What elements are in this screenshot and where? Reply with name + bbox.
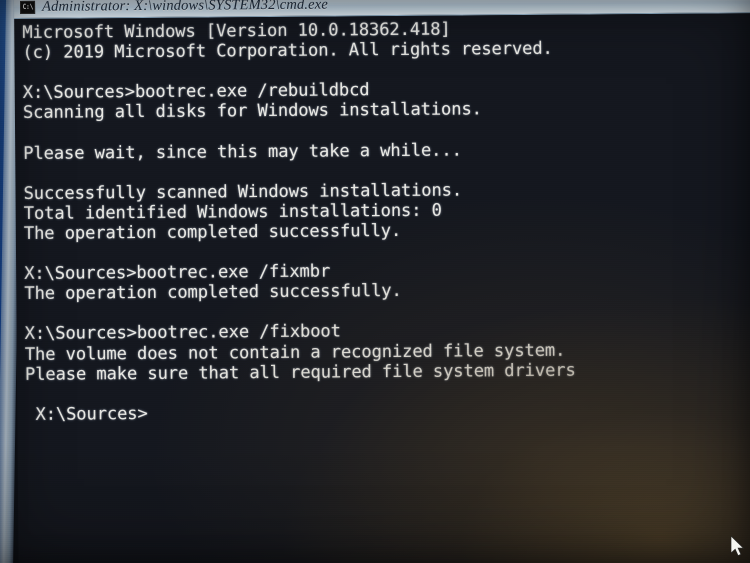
window-title: Administrator: X:\windows\SYSTEM32\cmd.e…: [42, 0, 328, 15]
cmd-window: C:\ Administrator: X:\windows\SYSTEM32\c…: [14, 0, 750, 563]
cmd-icon-glyph: C:\: [22, 2, 33, 11]
screenshot-root: C:\ Administrator: X:\windows\SYSTEM32\c…: [0, 0, 750, 563]
console-output-area[interactable]: Microsoft Windows [Version 10.0.18362.41…: [14, 13, 750, 563]
cmd-icon[interactable]: C:\: [20, 0, 36, 14]
